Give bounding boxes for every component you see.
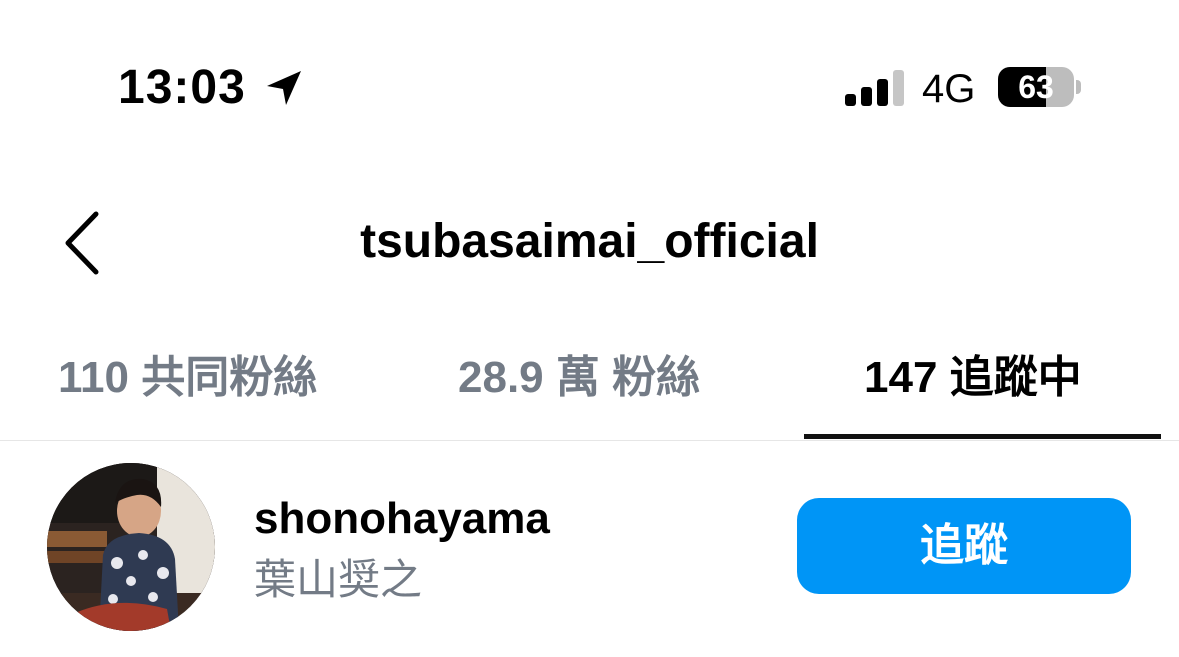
battery-cap <box>1076 80 1081 94</box>
follow-button[interactable]: 追蹤 <box>797 498 1131 594</box>
display-name: 葉山奨之 <box>254 556 423 603</box>
nav-header: tsubasaimai_official <box>0 190 1179 290</box>
avatar[interactable] <box>47 463 215 631</box>
active-tab-indicator <box>804 434 1161 439</box>
battery-icon: 63 <box>998 67 1074 107</box>
location-arrow-icon <box>267 71 301 105</box>
list-item: shonohayama 葉山奨之 追蹤 <box>0 455 1179 645</box>
network-type-label: 4G <box>922 67 976 111</box>
tab-following[interactable]: 147 追蹤中 <box>864 348 1082 408</box>
tab-followers[interactable]: 28.9 萬 粉絲 <box>458 348 700 408</box>
status-time: 13:03 <box>118 61 246 114</box>
avatar-photo <box>47 463 215 631</box>
page-title: tsubasaimai_official <box>360 215 819 268</box>
screen: 13:03 4G 63 tsubasaimai_official 110 共同粉… <box>0 0 1179 657</box>
status-bar: 13:03 4G 63 <box>0 0 1179 160</box>
battery-level: 63 <box>1018 69 1054 105</box>
username[interactable]: shonohayama <box>254 491 550 547</box>
tab-mutual-followers[interactable]: 110 共同粉絲 <box>58 348 317 408</box>
cellular-signal-icon <box>845 70 904 106</box>
tab-bar: 110 共同粉絲 28.9 萬 粉絲 147 追蹤中 <box>0 330 1179 441</box>
